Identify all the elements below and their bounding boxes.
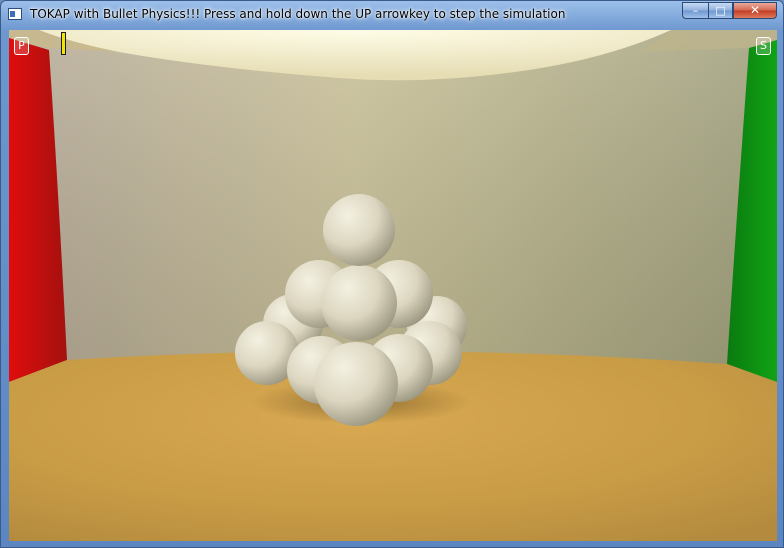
window-title: TOKAP with Bullet Physics!!! Press and h… [30,7,566,21]
minimize-button[interactable]: – [682,2,708,19]
sphere [321,265,397,341]
close-button[interactable]: ✕ [733,2,777,19]
title-bar[interactable]: TOKAP with Bullet Physics!!! Press and h… [1,1,783,29]
app-window: TOKAP with Bullet Physics!!! Press and h… [0,0,784,548]
hud-s-button[interactable]: S [756,37,771,55]
render-viewport[interactable]: P S [9,30,777,541]
maximize-icon: □ [715,4,726,17]
maximize-button[interactable]: □ [708,2,733,19]
minimize-icon: – [692,4,699,17]
close-icon: ✕ [749,3,761,17]
hud-progress-marker [61,32,66,55]
app-window-icon[interactable] [8,8,22,20]
sphere [314,342,398,426]
window-controls: – □ ✕ [682,2,777,19]
sphere [323,194,395,266]
hud-p-button[interactable]: P [14,37,29,55]
rendered-scene [9,30,777,541]
